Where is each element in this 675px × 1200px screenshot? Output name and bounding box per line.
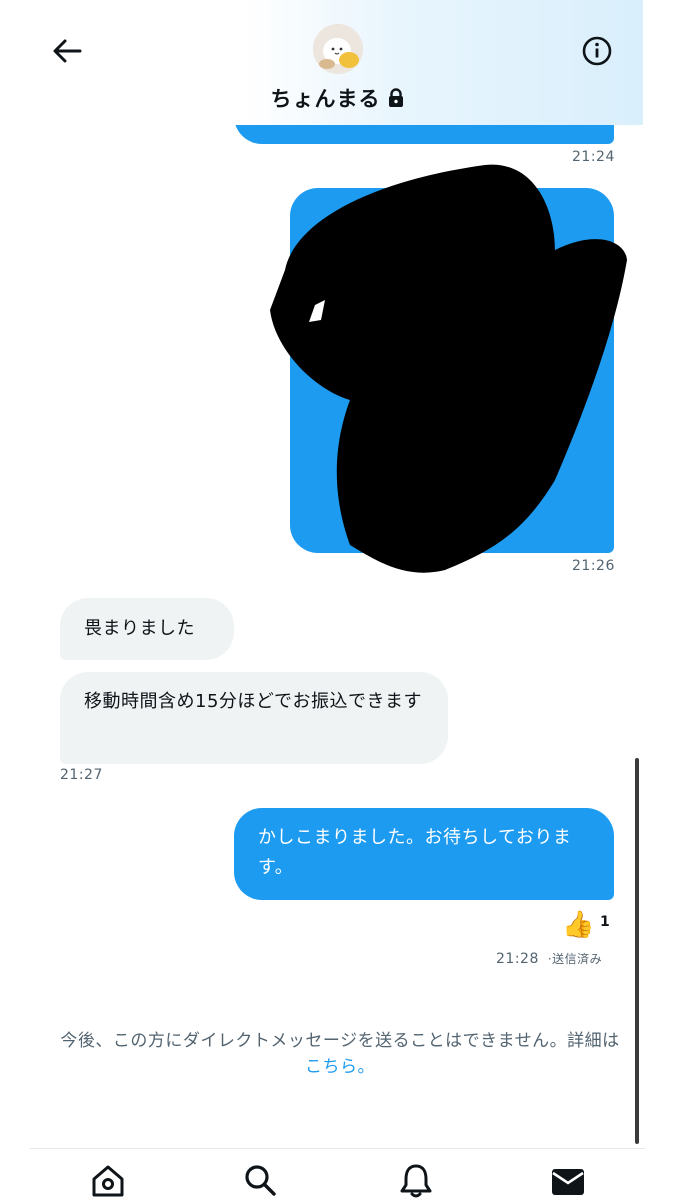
- bell-icon[interactable]: [396, 1160, 436, 1200]
- avatar[interactable]: [313, 24, 363, 74]
- conversation-header: ちょんまる: [0, 0, 643, 125]
- message-bubble-outgoing[interactable]: かしこまりました。お待ちしております。: [234, 808, 614, 900]
- dm-restricted-notice: 今後、この方にダイレクトメッセージを送ることはできません。詳細は こちら。: [50, 1028, 630, 1080]
- page-title: ちょんまる: [270, 87, 381, 111]
- message-text: 畏まりました: [84, 618, 195, 639]
- message-meta: 21:28 ·送信済み: [496, 950, 602, 967]
- thumbs-up-emoji: 👍: [562, 910, 595, 940]
- reaction-count: 1: [600, 914, 610, 930]
- delivery-status: ·送信済み: [547, 952, 603, 966]
- message-timestamp: 21:27: [60, 767, 103, 783]
- info-circle-icon[interactable]: [578, 32, 616, 70]
- learn-more-link[interactable]: こちら。: [305, 1057, 375, 1077]
- notice-text: 今後、この方にダイレクトメッセージを送ることはできません。詳細は: [60, 1031, 620, 1051]
- message-timestamp: 21:28: [496, 951, 539, 967]
- home-icon[interactable]: [88, 1160, 128, 1200]
- message-reaction[interactable]: 👍 1: [562, 908, 614, 942]
- redaction-scribble: [270, 164, 627, 573]
- arrow-left-icon[interactable]: [48, 32, 86, 70]
- message-text: かしこまりました。お待ちしております。: [258, 827, 572, 878]
- message-timestamp: 21:26: [572, 558, 615, 574]
- lock-icon: [388, 88, 403, 107]
- message-bubble-incoming[interactable]: 移動時間含め15分ほどでお振込できます: [60, 672, 448, 764]
- message-bubble-incoming[interactable]: 畏まりました: [60, 598, 234, 660]
- scrollbar[interactable]: [635, 758, 639, 1144]
- divider: [30, 1148, 645, 1149]
- envelope-icon[interactable]: [548, 1160, 588, 1200]
- message-text: 移動時間含め15分ほどでお振込できます: [84, 691, 423, 712]
- search-icon[interactable]: [240, 1160, 280, 1200]
- conversation-title: ちょんまる: [0, 83, 675, 113]
